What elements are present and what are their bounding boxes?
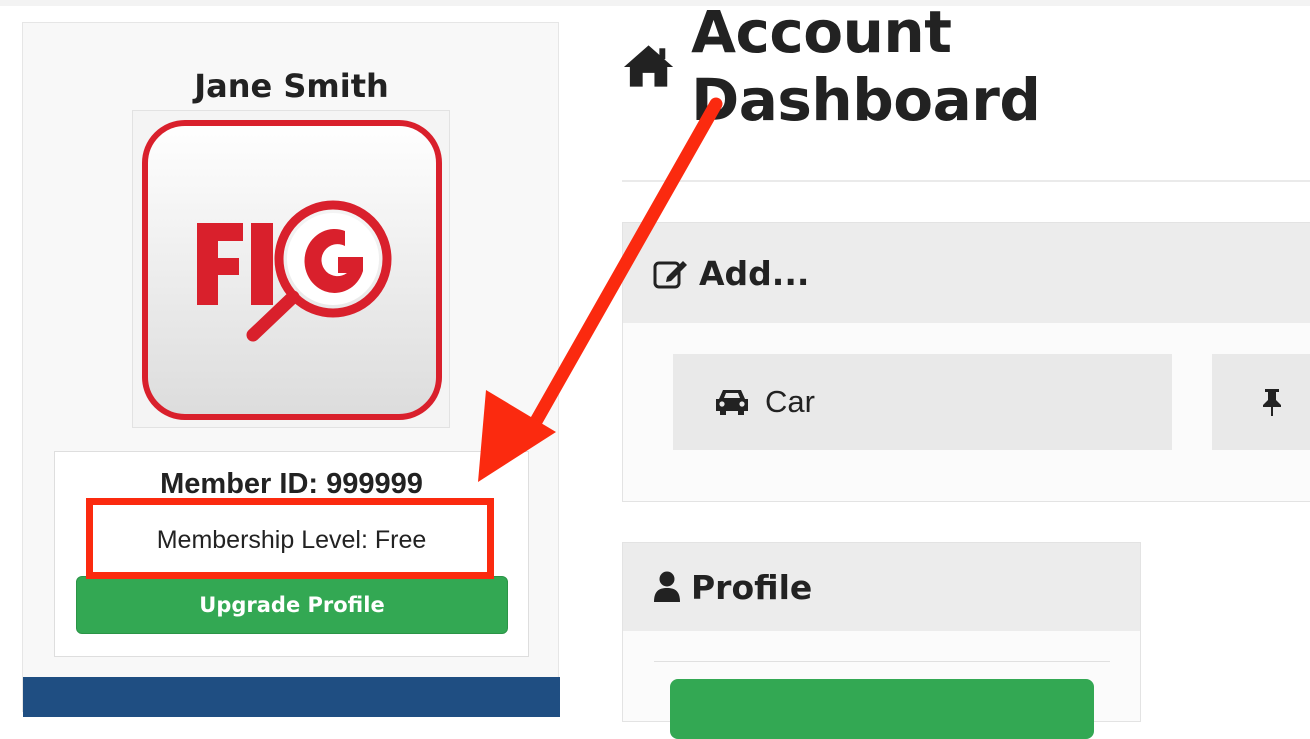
- add-car-label: Car: [765, 384, 815, 419]
- car-icon: [716, 390, 748, 415]
- profile-logo: [132, 110, 450, 428]
- divider: [622, 180, 1310, 182]
- add-panel-title: Add...: [699, 253, 810, 293]
- member-id: Member ID: 999999: [160, 468, 423, 500]
- add-car-button[interactable]: Car: [673, 354, 1172, 450]
- profile-panel-title: Profile: [691, 567, 813, 607]
- fig-logo-icon: [142, 120, 442, 420]
- edit-icon: [653, 261, 687, 289]
- add-pin-button[interactable]: [1212, 354, 1310, 450]
- sidebar-nav-bar[interactable]: [23, 677, 560, 717]
- profile-panel-header: Profile: [623, 543, 1140, 631]
- profile-panel: Profile: [622, 542, 1141, 739]
- home-icon: [623, 45, 674, 87]
- pin-icon: [1263, 389, 1281, 416]
- profile-action-button[interactable]: [670, 679, 1094, 739]
- page-title-text: Account Dashboard: [691, 0, 1041, 134]
- user-icon: [654, 571, 680, 602]
- profile-sidebar: Jane Smith Member ID: 999999 Membership …: [22, 22, 560, 717]
- page-title: Account Dashboard: [622, 0, 1310, 134]
- add-panel-header: Add...: [623, 223, 1310, 323]
- user-name: Jane Smith: [194, 67, 389, 105]
- highlight-box: [86, 498, 494, 579]
- add-panel: Add... Car: [622, 222, 1310, 502]
- divider: [654, 661, 1110, 662]
- upgrade-profile-button[interactable]: Upgrade Profile: [76, 576, 508, 634]
